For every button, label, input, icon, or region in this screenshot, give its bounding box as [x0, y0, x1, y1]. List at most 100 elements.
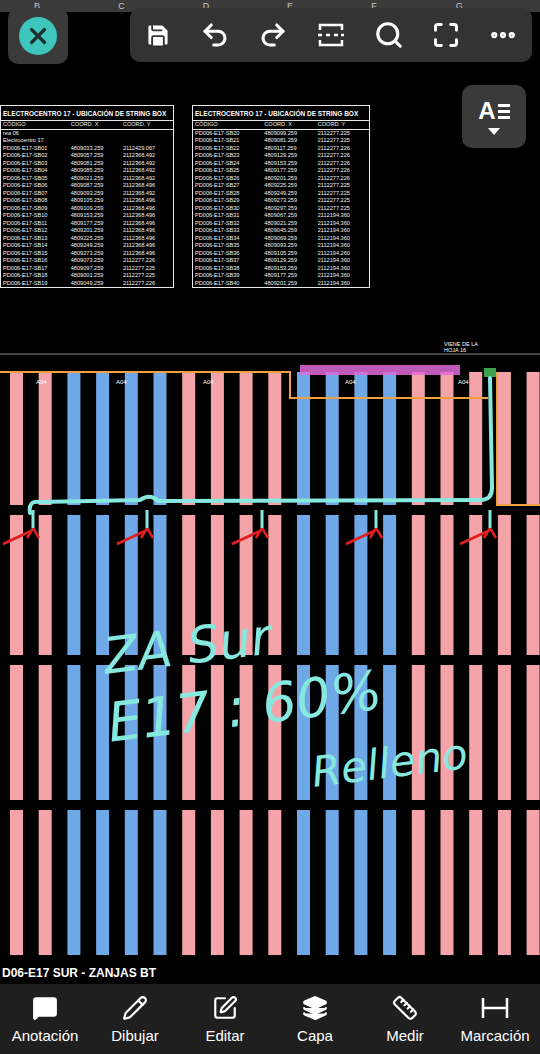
table-cell: PD006-E17-SB17 [1, 265, 69, 273]
panel-strip[interactable] [39, 665, 52, 800]
table-cell: PD006-E17-SB37 [193, 257, 262, 265]
panel-strip[interactable] [498, 372, 511, 505]
panel-strip[interactable] [383, 372, 396, 505]
panel-strip[interactable] [412, 372, 425, 505]
panel-strip[interactable] [326, 810, 339, 955]
nav-item[interactable]: Editar [180, 984, 270, 1054]
nav-item[interactable]: Medir [360, 984, 450, 1054]
panel-strip[interactable] [412, 515, 425, 655]
zoom-button[interactable] [370, 16, 408, 54]
panel-strip[interactable] [211, 810, 224, 955]
save-button[interactable] [140, 17, 176, 53]
panel-strip[interactable] [240, 372, 253, 505]
nav-item[interactable]: Marcación [450, 984, 540, 1054]
panel-strip[interactable] [326, 515, 339, 655]
cad-drawing[interactable]: VIENE DE LAHOJA 16A04A04A04A04A04 [0, 288, 540, 962]
table-cell: 2112277.226 [121, 257, 173, 265]
panel-strip[interactable] [354, 810, 367, 955]
nav-item[interactable]: Dibujar [90, 984, 180, 1054]
panel-strip[interactable] [96, 810, 109, 955]
header-cell: COORD. Y [121, 121, 173, 129]
panel-strip[interactable] [469, 810, 482, 955]
nav-label: Medir [386, 1027, 424, 1044]
panel-strip[interactable] [469, 665, 482, 800]
text-format-button[interactable]: A [462, 85, 526, 148]
panel-strip[interactable] [268, 372, 281, 505]
nav-item[interactable]: Capa [270, 984, 360, 1054]
panel-strip[interactable] [383, 515, 396, 655]
viewer-canvas[interactable]: BCDEFGELECTROCENTRO 17 - UBICACIÓN DE ST… [0, 0, 540, 984]
panel-strip[interactable] [125, 810, 138, 955]
nav-item[interactable]: Anotación [0, 984, 90, 1054]
panel-strip[interactable] [441, 515, 454, 655]
panel-strip[interactable] [498, 665, 511, 800]
table-cell: 4809067.259 [262, 212, 315, 220]
fullscreen-button[interactable] [428, 17, 464, 53]
panel-strip[interactable] [67, 372, 80, 505]
panel-strip[interactable] [154, 810, 167, 955]
panel-strip[interactable] [182, 372, 195, 505]
panel-strip[interactable] [96, 372, 109, 505]
panel-strip[interactable] [297, 515, 310, 655]
table-cell: 4809105.259 [262, 250, 315, 258]
close-button[interactable] [19, 17, 57, 55]
table-cell: 4809069.259 [262, 235, 315, 243]
panel-strip[interactable] [67, 810, 80, 955]
panel-strip[interactable] [39, 810, 52, 955]
panel-strip[interactable] [67, 665, 80, 800]
panel-strip[interactable] [412, 810, 425, 955]
more-button[interactable] [484, 16, 522, 54]
redo-button[interactable] [254, 16, 292, 54]
table-cell: PD006-E17-SB02 [1, 152, 69, 160]
table-cell: PD006-E17-SB34 [193, 235, 262, 243]
panel-strip[interactable] [527, 515, 540, 655]
table-cell: 2112277.225 [316, 137, 369, 145]
cable-run [346, 510, 382, 544]
table-cell: 2112368.496 [121, 197, 173, 205]
panel-strip[interactable] [527, 665, 540, 800]
table-cell: PD006-E17-SB30 [193, 205, 262, 213]
table-cell: 2112368.496 [121, 212, 173, 220]
panel-strip[interactable] [527, 372, 540, 505]
table-cell: 4809093.259 [262, 242, 315, 250]
panel-strip[interactable] [39, 372, 52, 505]
panel-strip[interactable] [498, 515, 511, 655]
panel-strip[interactable] [39, 515, 52, 655]
table-row: PD006-E17-SB134809225.2592112368.496 [1, 235, 173, 243]
panel-strip[interactable] [125, 372, 138, 505]
table-cell: 2112194.360 [316, 235, 369, 243]
panel-strip[interactable] [326, 372, 339, 505]
panel-strip[interactable] [297, 810, 310, 955]
table-cell: 2112368.492 [121, 175, 173, 183]
lines-icon [498, 104, 510, 119]
panel-strip[interactable] [383, 810, 396, 955]
panel-strip[interactable] [498, 810, 511, 955]
panel-strip[interactable] [441, 372, 454, 505]
panel-strip[interactable] [354, 372, 367, 505]
panel-strip[interactable] [268, 810, 281, 955]
annotation-stroke [30, 378, 492, 513]
panel-strip[interactable] [67, 515, 80, 655]
panel-strip[interactable] [10, 665, 23, 800]
green-box [484, 368, 496, 377]
panel-strip[interactable] [469, 372, 482, 505]
undo-button[interactable] [196, 16, 234, 54]
table-cell: 4809087.259 [69, 182, 121, 190]
sheet-title: D06-E17 SUR - ZANJAS BT [0, 962, 540, 984]
sheet-border [0, 354, 540, 355]
panel-strip[interactable] [240, 810, 253, 955]
panel-strip[interactable] [10, 372, 23, 505]
panel-strip[interactable] [297, 372, 310, 505]
table-cell: 4809109.259 [69, 205, 121, 213]
fit-button[interactable] [312, 17, 350, 53]
panel-strip[interactable] [441, 810, 454, 955]
table-cell: 4809273.259 [69, 250, 121, 258]
panel-strip[interactable] [182, 810, 195, 955]
table-cell: PD006-E17-SB32 [193, 220, 262, 228]
panel-strip[interactable] [10, 810, 23, 955]
panel-strip[interactable] [527, 810, 540, 955]
table-cell: 4809117.259 [262, 145, 315, 153]
panel-strip[interactable] [211, 372, 224, 505]
panel-strip[interactable] [154, 372, 167, 505]
table-cell: 2112194.360 [316, 212, 369, 220]
